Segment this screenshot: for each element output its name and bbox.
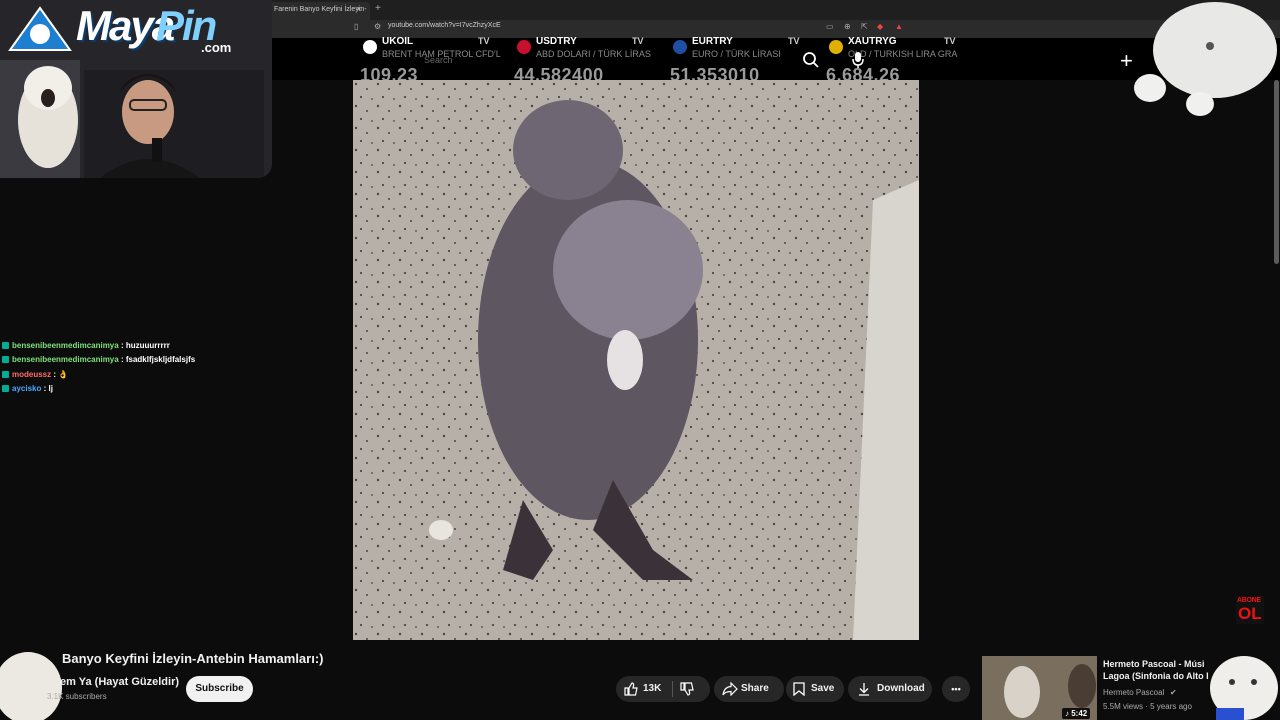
abone-ol-badge: ABONE OL [1236, 596, 1264, 624]
video-title: Banyo Keyfini İzleyin-Antebin Hamamları:… [62, 651, 324, 666]
channel-name[interactable]: em Ya (Hayat Güzeldir) [60, 676, 179, 688]
chat-message: bensenibeenmedimcanimya : huzuuurrrrr [2, 341, 170, 350]
scrollbar[interactable] [1274, 80, 1279, 264]
cat-paw-overlay [0, 652, 62, 720]
tradingview-icon: TV [478, 36, 490, 46]
ticker-item[interactable]: USDTRY TV ABD DOLARI / TÜRK LİRAS 44.582400 [514, 36, 664, 85]
chat-username: bensenibeenmedimcanimya [12, 355, 119, 364]
browser-tab[interactable]: Farenin Banyo Keyfini İzleyin- [262, 2, 370, 20]
tradingview-icon: TV [788, 36, 800, 46]
currency-flag-icon [829, 40, 843, 54]
url-text[interactable]: youtube.com/watch?v=I7vcZhzyXcE [388, 22, 501, 29]
chat-badge-icon [2, 342, 9, 350]
subscribe-button[interactable]: Subscribe [186, 676, 253, 702]
cat-overlay-image [1134, 2, 1277, 116]
new-tab-button[interactable]: + [375, 3, 381, 14]
verified-icon: ✔ [1170, 688, 1177, 697]
chat-text: : 👌 [51, 370, 69, 379]
more-actions-button[interactable]: ••• [942, 676, 970, 702]
recommended-channel[interactable]: Hermeto Pascoal [1103, 688, 1164, 697]
ticker-symbol: UKOIL [382, 36, 414, 47]
divider [672, 681, 673, 697]
bookmark-icon[interactable]: ▯ [354, 22, 358, 31]
bookmark-save-icon [793, 682, 805, 696]
search-icon[interactable] [802, 51, 820, 69]
chat-text: : lj [41, 384, 53, 393]
share-button[interactable]: Share [714, 676, 784, 702]
tradingview-icon: TV [944, 36, 956, 46]
subscriber-count: 3.1K subscribers [47, 692, 107, 701]
video-player[interactable] [353, 80, 919, 640]
tab-close-icon[interactable]: × [356, 4, 361, 14]
ticker-description: ABD DOLARI / TÜRK LİRAS [536, 49, 651, 59]
chat-badge-icon [2, 371, 9, 379]
share-icon [722, 682, 738, 696]
chat-message: bensenibeenmedimcanimya : fsadklfjskljdf… [2, 355, 195, 364]
share-page-icon[interactable]: ⇱ [861, 22, 868, 31]
recommended-meta: 5.5M views · 5 years ago [1103, 702, 1192, 711]
mayapin-logo: Maya Pin .com [6, 2, 238, 55]
save-button[interactable]: Save [786, 676, 844, 702]
chat-username: bensenibeenmedimcanimya [12, 341, 119, 350]
currency-flag-icon [673, 40, 687, 54]
chat-badge-icon [2, 385, 9, 393]
chat-text: : huzuuurrrrr [118, 341, 170, 350]
tradingview-icon: TV [632, 36, 644, 46]
add-plus-icon[interactable]: + [1120, 48, 1133, 74]
microphone-icon[interactable] [851, 51, 865, 69]
download-button[interactable]: Download [848, 676, 932, 702]
ticker-item[interactable]: XAUTRYG TV OLD / TURKISH LIRA GRA 6,684.26 [826, 36, 976, 85]
cat-face-overlay [1210, 656, 1278, 720]
currency-flag-icon [363, 40, 377, 54]
chat-message: aycisko : lj [2, 384, 53, 393]
like-dislike-group: 13K [616, 676, 710, 702]
chat-username: modeussz [12, 370, 52, 379]
download-icon [859, 683, 869, 696]
chat-badge-icon [2, 356, 9, 364]
logo-mascot-icon [8, 6, 72, 51]
video-frame [353, 80, 919, 640]
currency-flag-icon [517, 40, 531, 54]
zoom-icon[interactable]: ⊕ [844, 22, 851, 31]
video-duration: ♪ 5:42 [1062, 708, 1091, 719]
cast-icon[interactable]: ▭ [826, 22, 834, 31]
chat-text: : fsadklfjskljdfalsjfs [118, 355, 196, 364]
ticker-symbol: EURTRY [692, 36, 733, 47]
ticker-description: EURO / TÜRK LİRASI [692, 49, 781, 59]
chat-username: aycisko [12, 384, 42, 393]
search-input[interactable]: Search [424, 55, 453, 65]
extension-icon[interactable]: ◆ [877, 22, 883, 31]
like-icon[interactable] [624, 682, 638, 696]
adblock-icon[interactable]: ▲ [895, 22, 903, 31]
ticker-symbol: XAUTRYG [848, 36, 897, 47]
dislike-icon[interactable] [680, 682, 694, 696]
chat-message: modeussz : 👌 [2, 370, 68, 379]
recommended-title[interactable]: Hermeto Pascoal - Músi Lagoa (Sinfonia d… [1103, 658, 1215, 682]
ticker-symbol: USDTRY [536, 36, 577, 47]
site-info-icon[interactable]: ⚙ [374, 22, 381, 31]
like-count[interactable]: 13K [643, 676, 661, 702]
ticker-item[interactable]: EURTRY TV EURO / TÜRK LİRASI 51.353010 [670, 36, 820, 85]
